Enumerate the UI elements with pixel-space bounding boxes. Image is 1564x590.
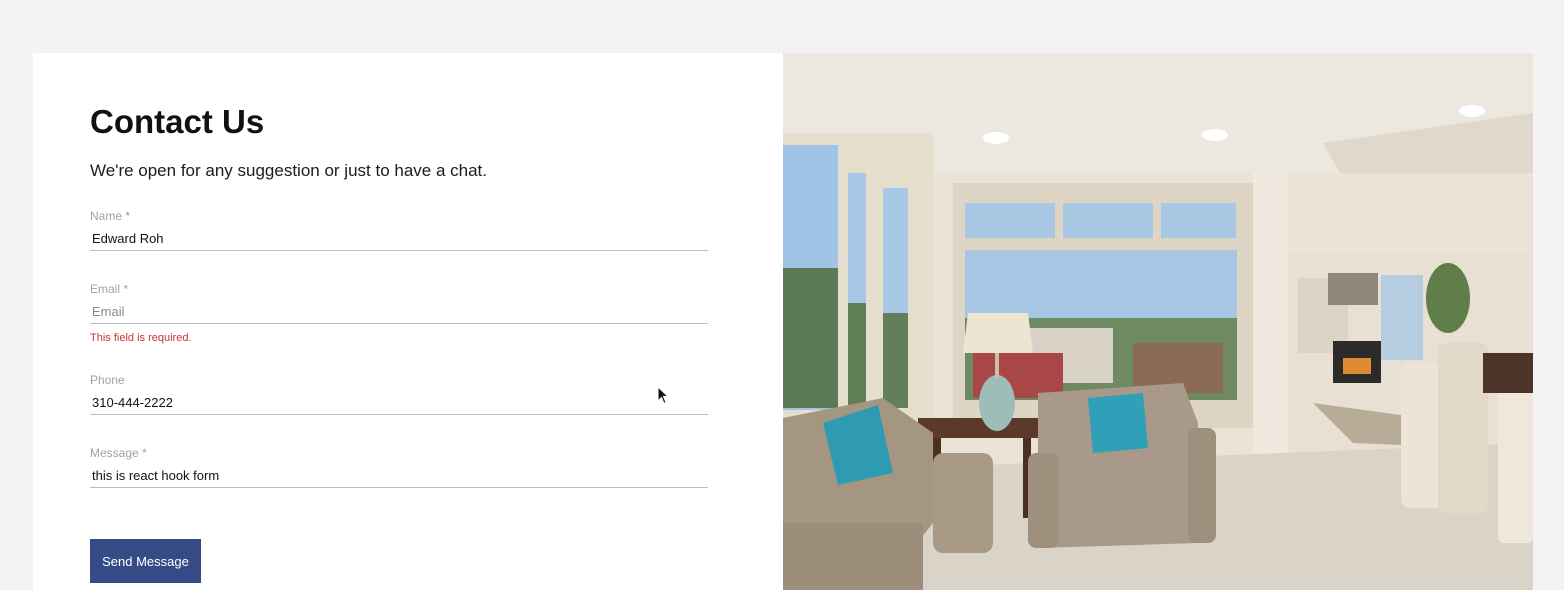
contact-card: Contact Us We're open for any suggestion… (33, 53, 1533, 590)
message-input[interactable] (90, 464, 708, 488)
name-label: Name * (90, 209, 131, 223)
email-input[interactable] (90, 300, 708, 324)
message-label: Message * (90, 446, 147, 460)
living-room-photo (783, 53, 1533, 590)
name-input[interactable] (90, 227, 708, 251)
email-label: Email * (90, 282, 129, 296)
phone-input[interactable] (90, 391, 708, 415)
page-subtitle: We're open for any suggestion or just to… (90, 161, 488, 180)
contact-form-panel: Contact Us We're open for any suggestion… (33, 53, 783, 590)
email-error-message: This field is required. (90, 332, 192, 344)
page: Contact Us We're open for any suggestion… (0, 0, 1564, 590)
mouse-cursor-icon (657, 386, 670, 405)
phone-label: Phone (90, 373, 125, 387)
send-message-button[interactable]: Send Message (90, 539, 201, 583)
page-title: Contact Us (90, 103, 265, 140)
